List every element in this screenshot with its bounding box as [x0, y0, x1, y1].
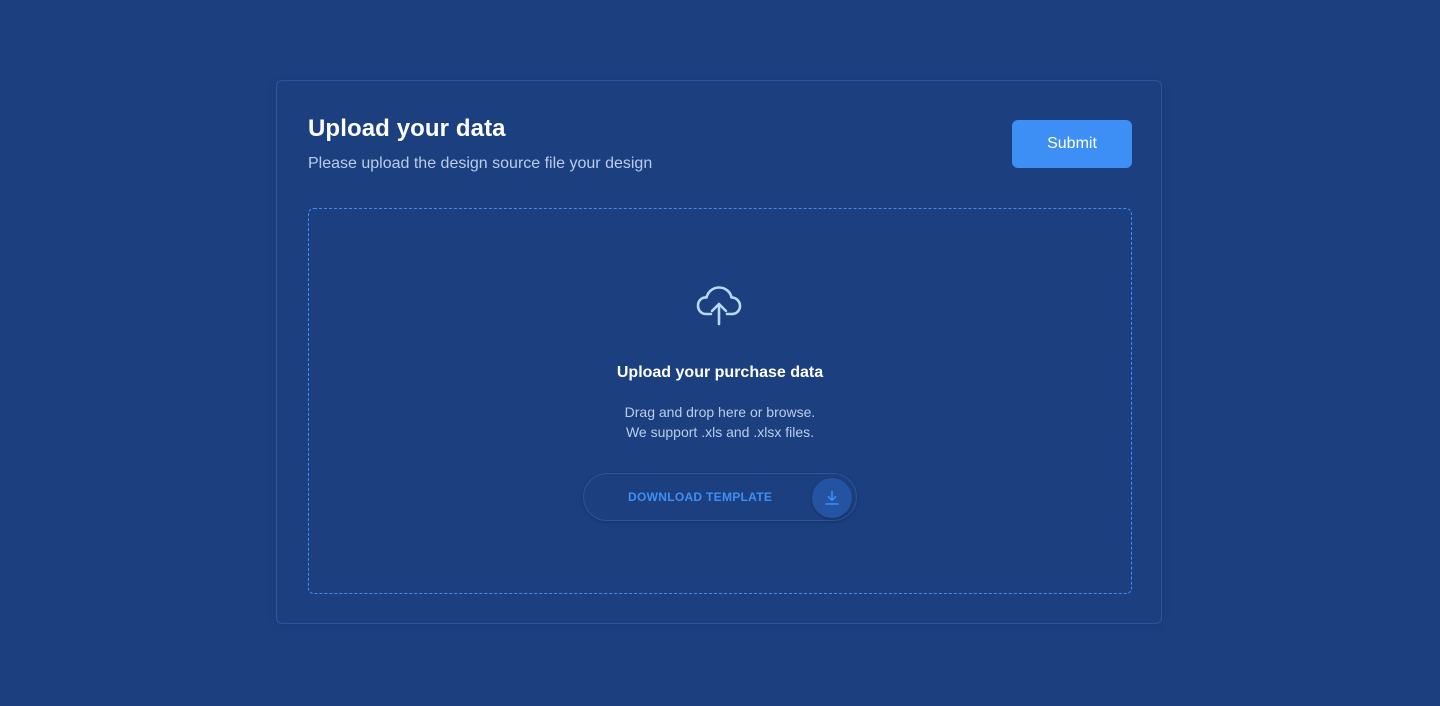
submit-button[interactable]: Submit — [1012, 120, 1132, 168]
cloud-upload-icon — [696, 286, 742, 326]
page-title: Upload your data — [308, 115, 506, 142]
file-dropzone[interactable]: Upload your purchase data Drag and drop … — [308, 208, 1132, 594]
download-icon-circle — [812, 478, 852, 518]
page-subtitle: Please upload the design source file you… — [308, 155, 653, 172]
dropzone-help-line-2: We support .xls and .xlsx files. — [625, 424, 815, 440]
download-icon — [825, 490, 839, 505]
download-template-label: DOWNLOAD TEMPLATE — [628, 490, 773, 504]
upload-card: Upload your data Please upload the desig… — [276, 80, 1162, 624]
dropzone-help-line-1: Drag and drop here or browse. — [624, 404, 816, 420]
dropzone-heading: Upload your purchase data — [616, 364, 824, 381]
dropzone-help-text: Drag and drop here or browse. We support… — [309, 402, 1131, 442]
download-template-button[interactable]: DOWNLOAD TEMPLATE — [583, 473, 857, 521]
